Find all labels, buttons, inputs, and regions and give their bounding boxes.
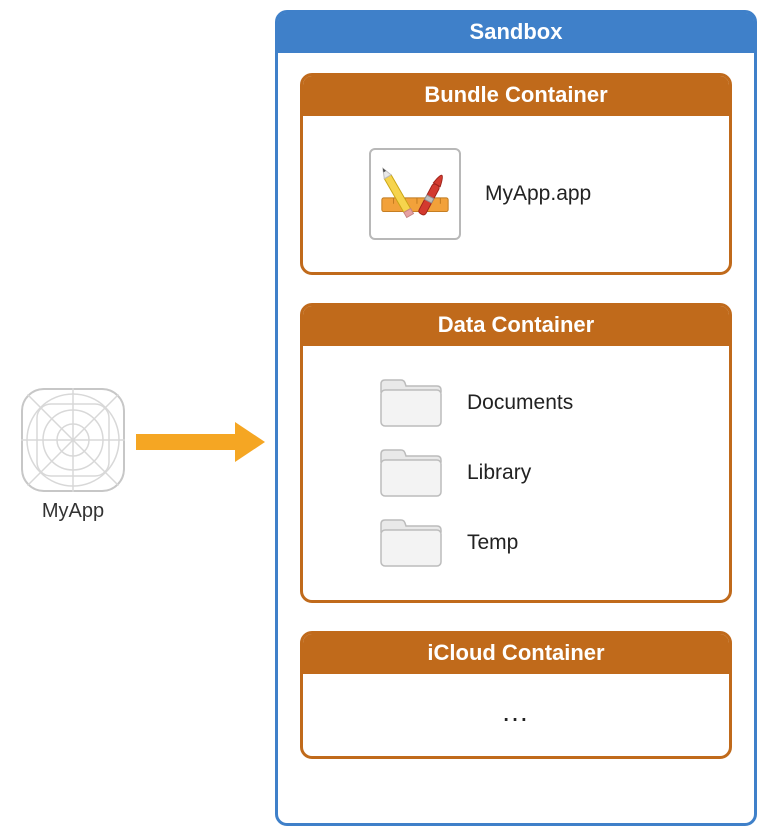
sandbox-title: Sandbox — [278, 13, 754, 53]
folder-row: Library — [329, 438, 703, 508]
data-container: Data Container Documents — [300, 303, 732, 603]
folder-row: Documents — [329, 368, 703, 438]
app-group: MyApp — [18, 388, 128, 523]
data-container-title: Data Container — [303, 306, 729, 346]
bundle-row: MyApp.app — [329, 138, 703, 250]
folder-icon — [379, 378, 443, 428]
sandbox-body: Bundle Container — [278, 53, 754, 767]
icloud-container-title: iCloud Container — [303, 634, 729, 674]
folder-icon — [379, 518, 443, 568]
diagram-root: MyApp Sandbox Bundle Container — [0, 0, 766, 834]
folder-label: Library — [467, 461, 531, 485]
folder-row: Temp — [329, 508, 703, 578]
sandbox-panel: Sandbox Bundle Container — [275, 10, 757, 826]
app-icon-placeholder — [21, 388, 125, 492]
arrow-icon — [136, 422, 266, 462]
app-label: MyApp — [18, 500, 128, 523]
folder-icon — [379, 448, 443, 498]
folder-label: Documents — [467, 391, 573, 415]
folder-label: Temp — [467, 531, 518, 555]
app-bundle-icon — [369, 148, 461, 240]
icloud-container: iCloud Container … — [300, 631, 732, 759]
bundle-container: Bundle Container — [300, 73, 732, 275]
icloud-ellipsis: … — [303, 674, 729, 756]
bundle-container-title: Bundle Container — [303, 76, 729, 116]
bundle-item-label: MyApp.app — [485, 182, 591, 206]
